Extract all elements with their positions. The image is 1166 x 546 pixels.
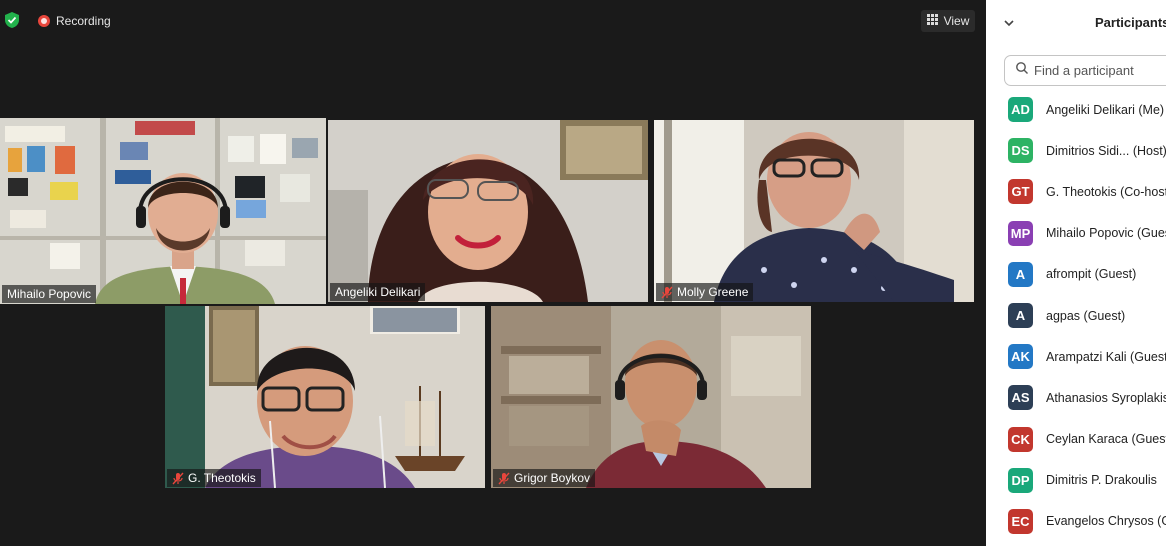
participant-name-tag: Molly Greene	[656, 283, 754, 301]
video-feed	[328, 120, 648, 302]
participant-name: Angeliki Delikari	[335, 285, 421, 299]
participant-name: Mihailo Popovic	[7, 287, 92, 301]
participant-search-box[interactable]	[1004, 55, 1166, 86]
participant-name-tag: G. Theotokis	[167, 469, 261, 487]
participant-list-item[interactable]: AS Athanasios Syroplakis	[986, 377, 1166, 418]
participants-panel: Participants ADAngeliki Delikari (Me)DSD…	[986, 0, 1166, 546]
participant-list-item[interactable]: Aafrompit (Guest)	[986, 254, 1166, 295]
video-feed	[0, 118, 326, 304]
video-feed	[491, 306, 811, 488]
participants-panel-header: Participants	[986, 0, 1166, 46]
muted-microphone-icon	[661, 286, 673, 299]
avatar: A	[1008, 303, 1033, 329]
participant-list-name: agpas (Guest)	[1046, 308, 1126, 323]
participant-list-item[interactable]: AD Angeliki Delikari (Me)	[986, 89, 1166, 130]
avatar: GT	[1008, 179, 1033, 205]
participant-name: G. Theotokis	[188, 471, 256, 485]
video-feed	[654, 120, 974, 302]
participant-list-item[interactable]: CK Ceylan Karaca (Guest)	[986, 419, 1166, 460]
participant-name: Grigor Boykov	[514, 471, 591, 485]
participant-name: Molly Greene	[677, 285, 749, 299]
participant-list-name: Ceylan Karaca (Guest)	[1046, 432, 1166, 447]
meeting-top-bar: Recording View	[0, 0, 986, 42]
avatar: DS	[1008, 138, 1033, 164]
video-tile[interactable]: Grigor Boykov	[491, 306, 811, 488]
participant-list-name: Dimitrios Sidi... (Host)	[1046, 143, 1166, 158]
avatar: EC	[1008, 508, 1033, 534]
meeting-area: Recording View Mihailo Popovic Angeliki …	[0, 0, 986, 546]
participant-list-name: Dimitris P. Drakoulis	[1046, 473, 1157, 488]
participant-list-name: Angeliki Delikari (Me)	[1046, 102, 1165, 117]
search-icon	[1015, 61, 1029, 80]
avatar: AD	[1008, 97, 1033, 123]
muted-microphone-icon	[498, 472, 510, 485]
participant-name-tag: Grigor Boykov	[493, 469, 596, 487]
recording-label: Recording	[56, 14, 111, 28]
participant-list-name: Mihailo Popovic (Guest)	[1046, 226, 1166, 241]
grid-view-icon	[926, 14, 938, 28]
view-button[interactable]: View	[921, 10, 975, 32]
participant-list-name: afrompit (Guest)	[1046, 267, 1137, 282]
participant-list-item[interactable]: MP Mihailo Popovic (Guest)	[986, 213, 1166, 254]
video-tile[interactable]: G. Theotokis	[165, 306, 485, 488]
participant-list-name: G. Theotokis (Co-host)	[1046, 184, 1166, 199]
avatar: CK	[1008, 426, 1033, 452]
video-tile[interactable]: Mihailo Popovic	[0, 118, 326, 304]
participant-list-item[interactable]: AK Arampatzi Kali (Guest)	[986, 336, 1166, 377]
video-tile[interactable]: Angeliki Delikari	[328, 120, 648, 302]
participant-list-name: Evangelos Chrysos (G	[1046, 514, 1166, 529]
participant-list: AD Angeliki Delikari (Me) DS Dimitrios Sidi…	[986, 89, 1166, 542]
video-feed	[165, 306, 485, 488]
view-label: View	[943, 14, 970, 28]
chevron-down-icon[interactable]	[1002, 16, 1016, 30]
participant-list-item[interactable]: DP Dimitris P. Drakoulis	[986, 460, 1166, 501]
participant-list-name: Athanasios Syroplakis	[1046, 390, 1166, 405]
avatar: AK	[1008, 344, 1033, 370]
avatar: DP	[1008, 467, 1033, 493]
avatar: A	[1008, 261, 1033, 287]
video-tile[interactable]: Molly Greene	[654, 120, 974, 302]
panel-title: Participants	[1095, 15, 1166, 30]
participant-list-name: Arampatzi Kali (Guest)	[1046, 349, 1166, 364]
recording-indicator[interactable]: Recording	[38, 14, 111, 28]
participant-list-item[interactable]: Aagpas (Guest)	[986, 295, 1166, 336]
search-input[interactable]	[1034, 63, 1166, 78]
participant-list-item[interactable]: DS Dimitrios Sidi... (Host)	[986, 130, 1166, 171]
avatar: AS	[1008, 385, 1033, 411]
record-icon	[38, 15, 50, 27]
participant-name-tag: Mihailo Popovic	[2, 285, 97, 303]
participant-list-item[interactable]: GT G. Theotokis (Co-host)	[986, 171, 1166, 212]
avatar: MP	[1008, 220, 1033, 246]
participant-list-item[interactable]: EC Evangelos Chrysos (G	[986, 501, 1166, 542]
participant-name-tag: Angeliki Delikari	[330, 283, 426, 301]
muted-microphone-icon	[172, 472, 184, 485]
security-shield-icon[interactable]	[4, 11, 20, 29]
